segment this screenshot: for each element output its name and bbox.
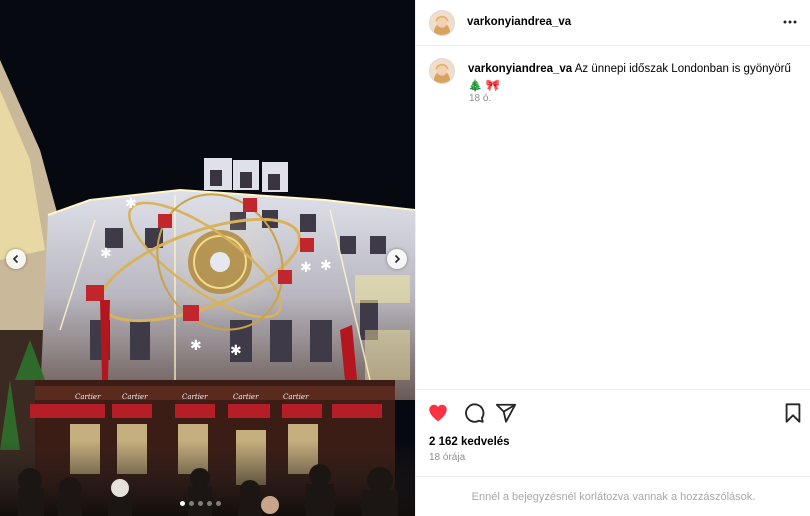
svg-text:Cartier: Cartier	[233, 393, 259, 401]
more-dots-icon[interactable]	[782, 16, 798, 28]
svg-text:✱: ✱	[320, 258, 332, 274]
username-link[interactable]: varkonyiandrea_va	[467, 16, 571, 28]
svg-text:Cartier: Cartier	[182, 393, 208, 401]
avatar[interactable]	[429, 10, 455, 36]
comments-restricted-notice: Ennél a bejegyzésnél korlátozva vannak a…	[416, 476, 810, 516]
post-details: varkonyiandrea_va varkonyiandrea_va Az ü…	[415, 0, 810, 516]
bookmark-icon[interactable]	[782, 402, 804, 424]
carousel-dot	[207, 501, 212, 506]
svg-text:✱: ✱	[100, 246, 112, 262]
svg-text:✱: ✱	[300, 260, 312, 276]
svg-text:✱: ✱	[125, 196, 137, 212]
like-count[interactable]: 2 162 kedvelés	[429, 436, 510, 448]
carousel-dot	[180, 501, 185, 506]
post-header: varkonyiandrea_va	[416, 0, 810, 46]
paper-plane-icon[interactable]	[495, 402, 517, 424]
svg-text:✱: ✱	[230, 343, 242, 359]
post-photo-cartier-building: ✱ ✱ ✱ ✱ ✱ ✱ Cartier Cartier Cartier Cartier…	[0, 0, 415, 516]
instagram-post: ✱ ✱ ✱ ✱ ✱ ✱ Cartier Cartier Cartier Cart…	[0, 0, 810, 516]
carousel-dot	[198, 501, 203, 506]
chevron-right-icon	[394, 254, 401, 264]
post-media[interactable]: ✱ ✱ ✱ ✱ ✱ ✱ Cartier Cartier Cartier Cart…	[0, 0, 415, 516]
carousel-dot	[216, 501, 221, 506]
action-bar: 2 162 kedvelés 18 órája Ennél a bejegyzé…	[416, 389, 810, 516]
carousel-dot	[189, 501, 194, 506]
chevron-left-icon	[12, 254, 19, 264]
caption-text: varkonyiandrea_va Az ünnepi időszak Lond…	[468, 61, 798, 95]
carousel-indicator	[180, 501, 221, 506]
svg-text:Cartier: Cartier	[283, 393, 309, 401]
caption-username[interactable]: varkonyiandrea_va	[468, 63, 572, 75]
post-timestamp: 18 órája	[429, 452, 466, 463]
caption-section: varkonyiandrea_va Az ünnepi időszak Lond…	[416, 46, 810, 388]
caption-timestamp: 18 ó.	[469, 93, 492, 104]
svg-text:Cartier: Cartier	[75, 393, 101, 401]
svg-text:Cartier: Cartier	[122, 393, 148, 401]
comment-bubble-icon[interactable]	[463, 402, 485, 424]
carousel-prev-button[interactable]	[6, 249, 26, 269]
avatar[interactable]	[429, 58, 455, 84]
carousel-next-button[interactable]	[387, 249, 407, 269]
heart-filled-icon[interactable]	[427, 402, 449, 424]
svg-text:✱: ✱	[190, 338, 202, 354]
